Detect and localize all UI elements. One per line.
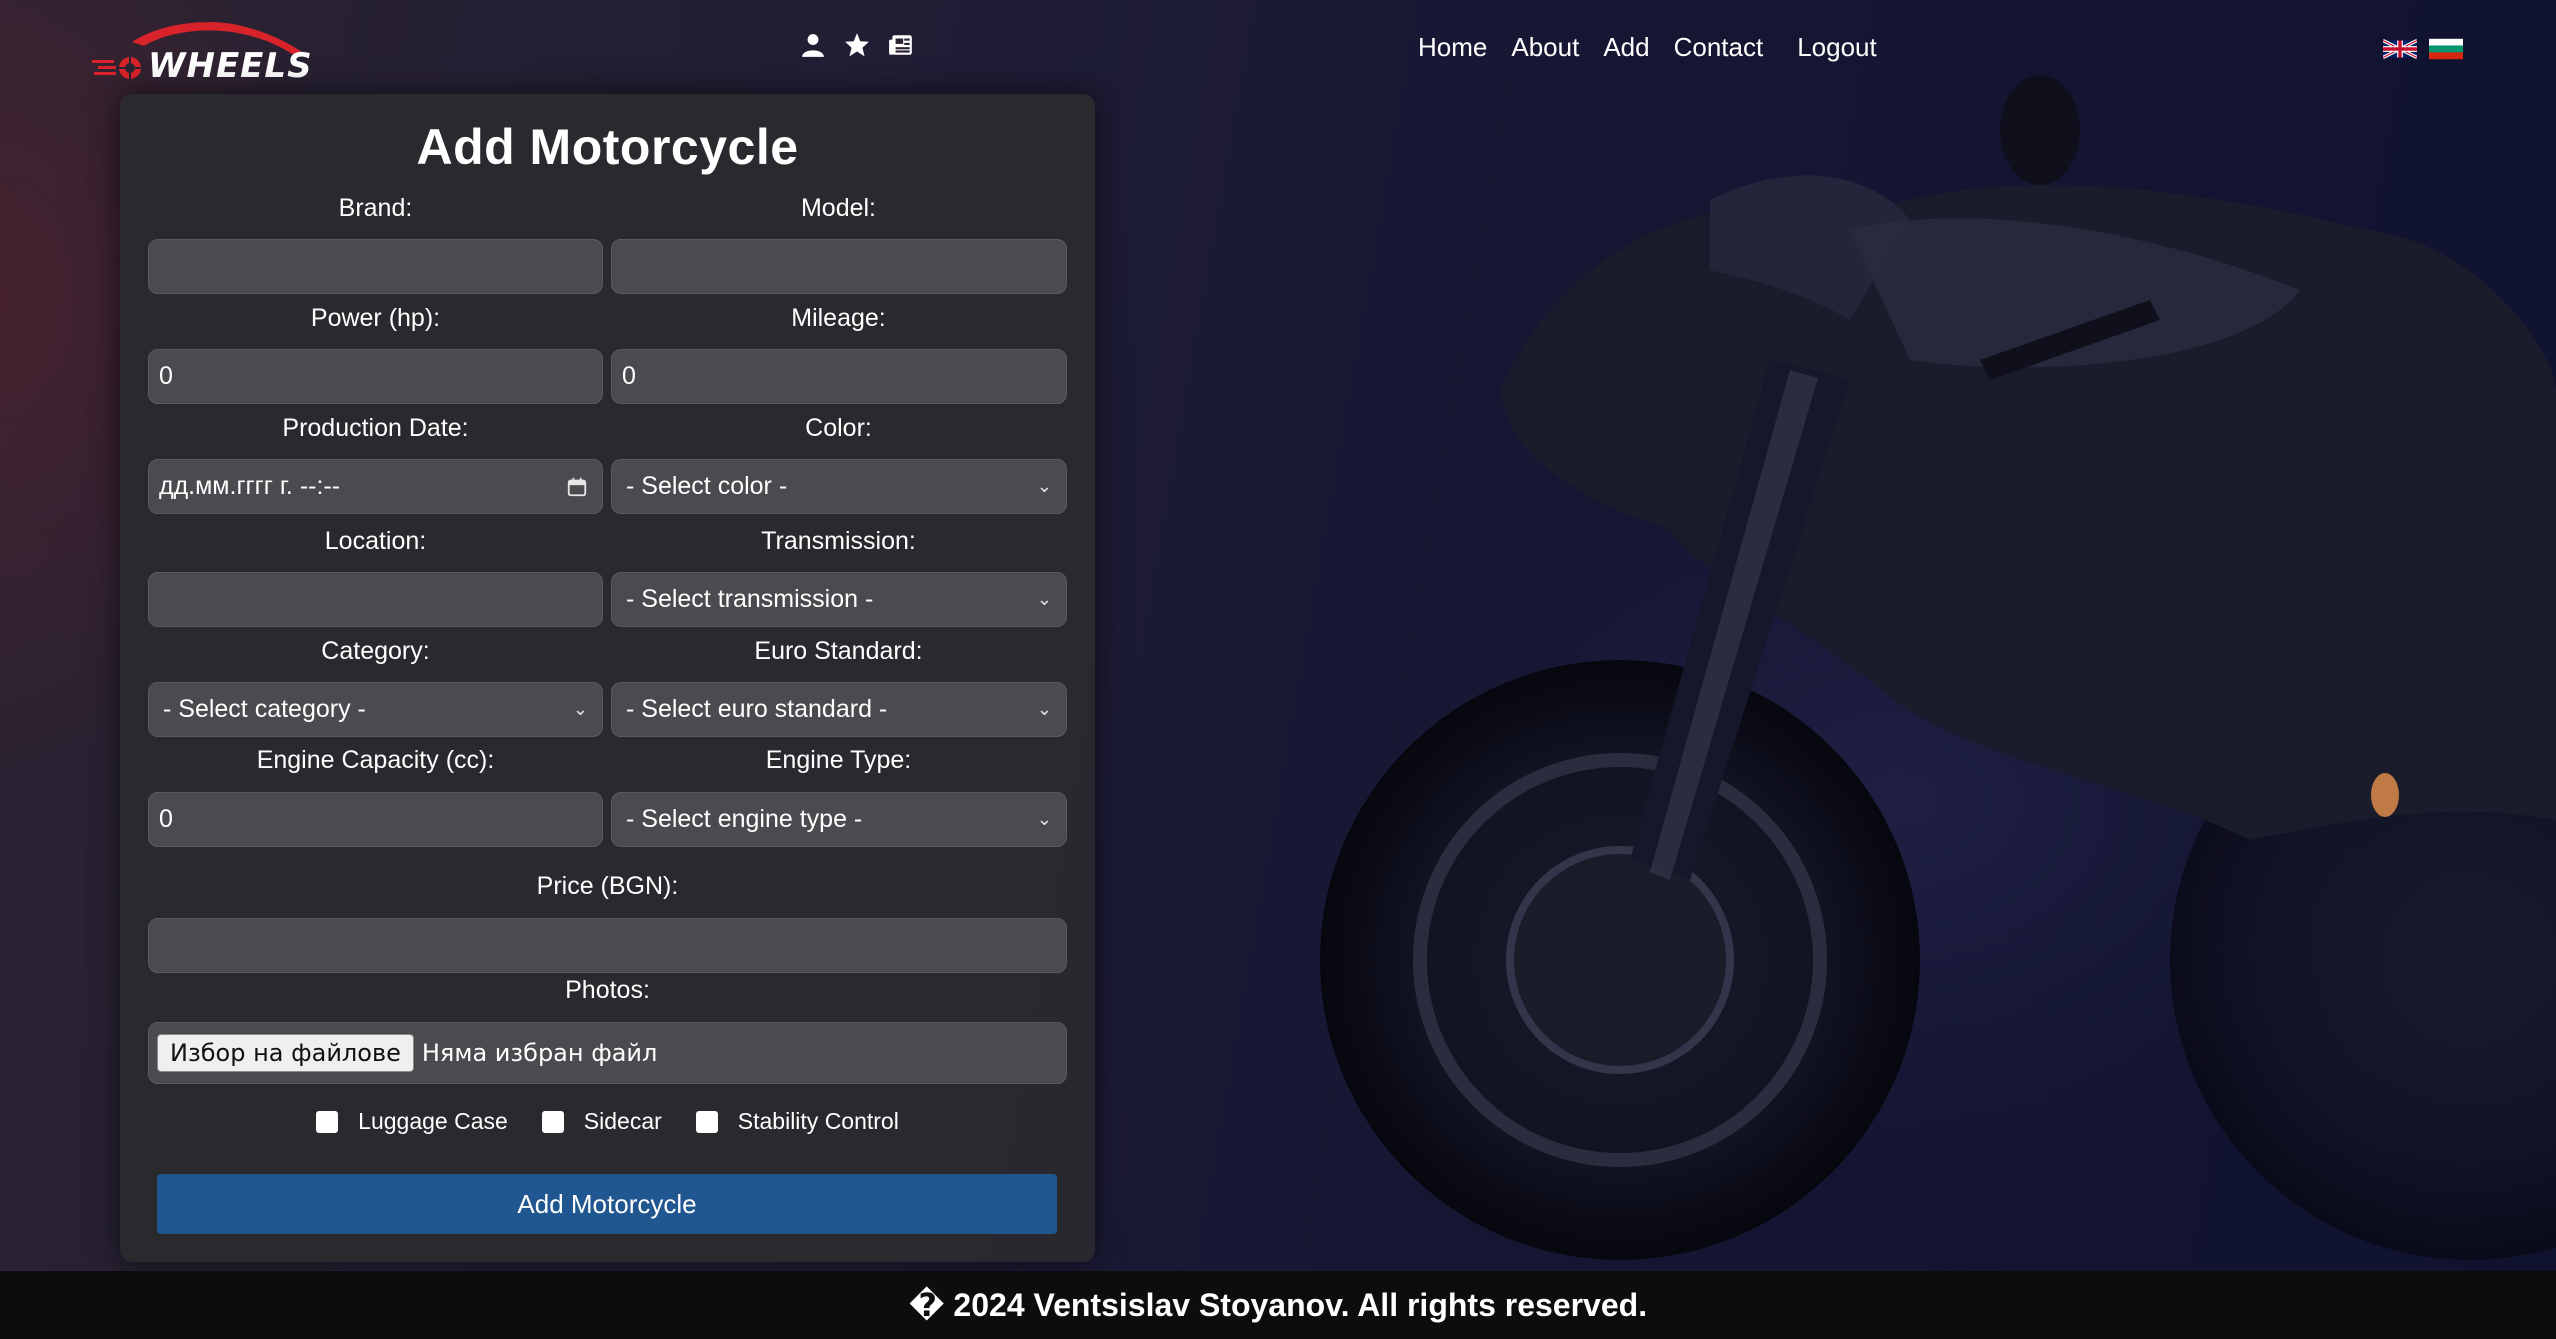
bg-flag-icon[interactable] xyxy=(2429,38,2463,60)
add-motorcycle-form: Add Motorcycle Brand: Model: Power (hp):… xyxy=(120,94,1095,1262)
luggage-case-option[interactable]: Luggage Case xyxy=(316,1108,508,1135)
nav-home[interactable]: Home xyxy=(1418,32,1487,63)
color-selected-value: - Select color - xyxy=(626,472,788,500)
location-label: Location: xyxy=(324,527,427,555)
nav-contact[interactable]: Contact xyxy=(1674,32,1764,63)
stability-control-option[interactable]: Stability Control xyxy=(695,1108,899,1135)
euro-standard-select[interactable]: - Select euro standard - ⌄ xyxy=(611,682,1067,737)
nav-add[interactable]: Add xyxy=(1603,32,1649,63)
color-select[interactable]: - Select color - ⌄ xyxy=(611,459,1067,514)
stability-control-checkbox[interactable] xyxy=(695,1110,718,1133)
power-value: 0 xyxy=(159,362,173,390)
sidecar-option[interactable]: Sidecar xyxy=(541,1108,662,1135)
stability-control-label: Stability Control xyxy=(737,1108,899,1134)
features-checkboxes: Luggage Case Sidecar Stability Control xyxy=(120,1108,1095,1135)
price-label: Price (BGN): xyxy=(536,872,679,900)
uk-flag-icon[interactable] xyxy=(2383,38,2417,60)
engine-capacity-label: Engine Capacity (cc): xyxy=(256,746,495,774)
calendar-icon[interactable] xyxy=(566,476,588,498)
top-icon-bar xyxy=(800,32,914,58)
file-status-text: Няма избран файл xyxy=(421,1039,658,1067)
user-icon[interactable] xyxy=(800,32,826,58)
engine-capacity-value: 0 xyxy=(159,805,173,833)
photos-label: Photos: xyxy=(565,976,650,1004)
luggage-case-label: Luggage Case xyxy=(358,1108,508,1134)
euro-standard-selected-value: - Select euro standard - xyxy=(626,695,888,723)
engine-type-select[interactable]: - Select engine type - ⌄ xyxy=(611,792,1067,847)
category-select[interactable]: - Select category - ⌄ xyxy=(148,682,603,737)
transmission-selected-value: - Select transmission - xyxy=(626,585,874,613)
production-date-input[interactable]: дд.мм.гггг г. --:-- xyxy=(148,459,603,514)
choose-files-button[interactable]: Избор на файлове xyxy=(157,1034,414,1072)
brand-name: WHEELS xyxy=(148,46,313,86)
mileage-value: 0 xyxy=(622,362,636,390)
mileage-label: Mileage: xyxy=(791,304,886,332)
chevron-down-icon: ⌄ xyxy=(1036,809,1052,829)
category-selected-value: - Select category - xyxy=(163,695,366,723)
price-input[interactable] xyxy=(148,918,1067,973)
location-input[interactable] xyxy=(148,572,603,627)
transmission-select[interactable]: - Select transmission - ⌄ xyxy=(611,572,1067,627)
brand-input[interactable] xyxy=(148,239,603,294)
color-label: Color: xyxy=(805,414,872,442)
nav-about[interactable]: About xyxy=(1511,32,1579,63)
add-motorcycle-button[interactable]: Add Motorcycle xyxy=(157,1174,1057,1234)
model-label: Model: xyxy=(800,194,877,222)
language-switcher xyxy=(2383,38,2463,60)
mileage-input[interactable]: 0 xyxy=(611,349,1067,404)
star-icon[interactable] xyxy=(844,32,870,58)
wheels-logo[interactable]: WHEELS xyxy=(92,16,312,86)
luggage-case-checkbox[interactable] xyxy=(316,1110,339,1133)
main-nav: Home About Add Contact Logout xyxy=(1418,32,1877,63)
photos-file-input[interactable]: Избор на файлове Няма избран файл xyxy=(148,1022,1067,1084)
chevron-down-icon: ⌄ xyxy=(572,699,588,719)
motorcycle-background-image xyxy=(1320,75,2556,1260)
newspaper-icon[interactable] xyxy=(888,32,914,58)
copyright-text: � 2024 Ventsislav Stoyanov. All rights r… xyxy=(908,1287,1648,1323)
production-date-label: Production Date: xyxy=(282,414,469,442)
chevron-down-icon: ⌄ xyxy=(1036,589,1052,609)
nav-logout[interactable]: Logout xyxy=(1797,32,1877,63)
chevron-down-icon: ⌄ xyxy=(1036,476,1052,496)
sidecar-checkbox[interactable] xyxy=(541,1110,564,1133)
power-label: Power (hp): xyxy=(310,304,441,332)
production-date-placeholder: дд.мм.гггг г. --:-- xyxy=(159,472,341,500)
page-title: Add Motorcycle xyxy=(416,119,799,175)
engine-type-selected-value: - Select engine type - xyxy=(626,805,863,833)
brand-label: Brand: xyxy=(338,194,413,222)
sidecar-label: Sidecar xyxy=(583,1108,662,1134)
power-input[interactable]: 0 xyxy=(148,349,603,404)
category-label: Category: xyxy=(321,637,430,665)
engine-capacity-input[interactable]: 0 xyxy=(148,792,603,847)
model-input[interactable] xyxy=(611,239,1067,294)
transmission-label: Transmission: xyxy=(761,527,916,555)
engine-type-label: Engine Type: xyxy=(765,746,912,774)
chevron-down-icon: ⌄ xyxy=(1036,699,1052,719)
euro-standard-label: Euro Standard: xyxy=(754,637,923,665)
footer: � 2024 Ventsislav Stoyanov. All rights r… xyxy=(0,1271,2556,1339)
